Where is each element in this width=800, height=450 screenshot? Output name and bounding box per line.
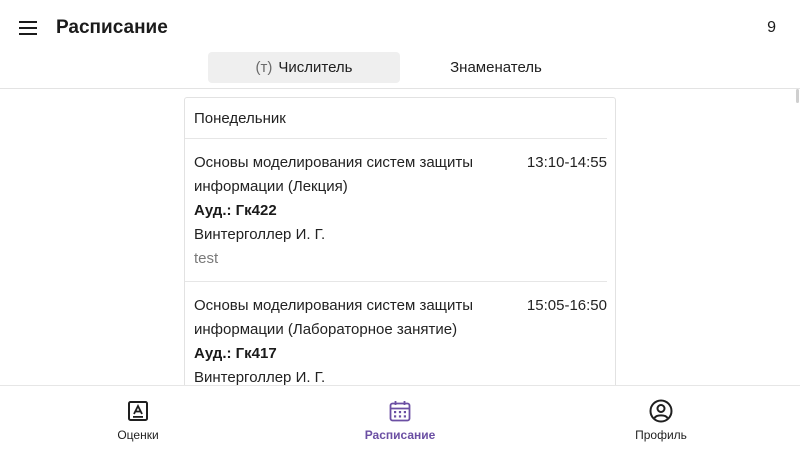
tab-label: Числитель [278,59,353,76]
schedule-content[interactable]: Понедельник Основы моделирования систем … [0,89,800,385]
nav-label: Расписание [364,428,436,442]
bottom-navigation: Оценки Расписание Профиль [0,385,800,450]
tab-numerator[interactable]: (т) Числитель [208,52,400,83]
app-bar: Расписание 9 [0,0,800,56]
lesson-item[interactable]: Основы моделирования систем защиты инфор… [185,282,615,385]
day-card: Понедельник Основы моделирования систем … [184,97,616,385]
lesson-time: 13:10-14:55 [526,154,607,171]
nav-item-schedule[interactable]: Расписание [320,386,480,450]
lesson-note: test [194,250,219,267]
week-number: 9 [767,19,776,36]
calendar-icon [388,399,412,423]
nav-label: Профиль [635,428,687,442]
lesson-title: Основы моделирования систем защиты инфор… [194,154,474,195]
tab-label: Знаменатель [450,59,542,76]
nav-item-grades[interactable]: Оценки [58,386,218,450]
grades-icon [126,399,150,423]
page-title: Расписание [56,17,168,38]
profile-icon [649,399,673,423]
hamburger-menu-icon[interactable] [16,16,40,40]
lesson-title: Основы моделирования систем защиты инфор… [194,297,474,338]
scrollbar[interactable] [796,89,799,103]
lesson-room: Ауд.: Гк422 [194,202,277,219]
nav-label: Оценки [117,428,159,442]
lesson-teacher: Винтерголлер И. Г. [194,369,326,385]
lesson-room: Ауд.: Гк417 [194,345,277,362]
nav-item-profile[interactable]: Профиль [581,386,741,450]
lesson-time: 15:05-16:50 [526,297,607,314]
day-title: Понедельник [185,98,607,139]
lesson-item[interactable]: Основы моделирования систем защиты инфор… [185,139,607,282]
lesson-teacher: Винтерголлер И. Г. [194,226,326,243]
week-type-tabs: (т) Числитель Знаменатель [0,52,800,88]
current-week-marker: (т) [255,59,273,76]
tab-denominator[interactable]: Знаменатель [400,52,592,83]
